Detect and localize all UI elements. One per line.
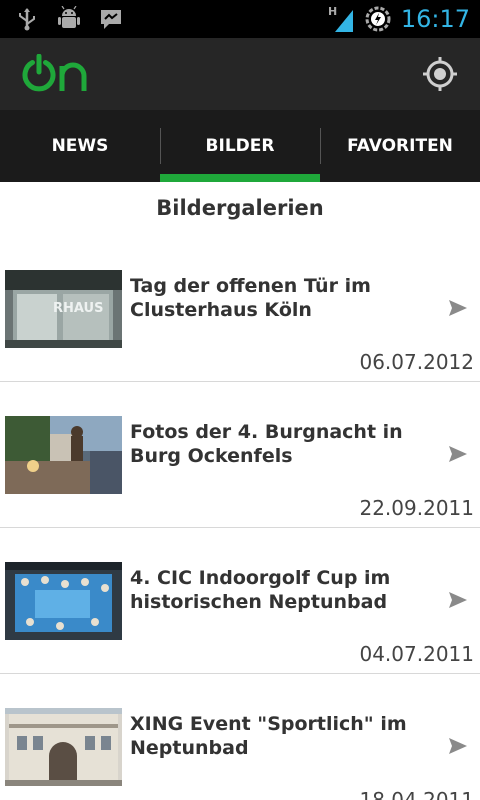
send-arrow-icon[interactable] — [448, 736, 468, 756]
gallery-date: 04.07.2011 — [359, 642, 474, 666]
app-logo[interactable] — [22, 53, 88, 98]
send-arrow-icon[interactable] — [448, 298, 468, 318]
location-target-icon[interactable] — [422, 56, 458, 92]
tab-favoriten[interactable]: FAVORITEN — [320, 110, 480, 182]
clock: 16:17 — [400, 5, 470, 33]
status-bar: H 16:17 — [0, 0, 480, 38]
system-status: H 16:17 — [327, 2, 470, 36]
messenger-icon — [98, 6, 124, 32]
signal-icon: H — [328, 5, 353, 32]
gallery-thumbnail: RHAUS — [5, 270, 122, 348]
sync-icon — [365, 6, 391, 32]
list-item[interactable]: Fotos der 4. Burgnacht in Burg Ockenfels… — [0, 382, 480, 528]
tab-news[interactable]: NEWS — [0, 110, 160, 182]
gallery-title: XING Event "Sportlich" im Neptunbad — [130, 713, 407, 759]
gallery-thumbnail — [5, 708, 122, 786]
tab-bar: NEWS BILDER FAVORITEN — [0, 110, 480, 182]
gallery-thumbnail — [5, 562, 122, 640]
gallery-title: Fotos der 4. Burgnacht in Burg Ockenfels — [130, 421, 403, 467]
tab-bilder[interactable]: BILDER — [160, 110, 320, 182]
gallery-date: 18.04.2011 — [359, 788, 474, 800]
list-item[interactable]: 4. CIC Indoorgolf Cup im historischen Ne… — [0, 528, 480, 674]
gallery-title: Tag der offenen Tür im Clusterhaus Köln — [130, 275, 371, 321]
list-item[interactable]: XING Event "Sportlich" im Neptunbad 18.0… — [0, 674, 480, 800]
svg-text:RHAUS: RHAUS — [53, 301, 103, 316]
gallery-list: RHAUS Tag der offenen Tür im Clusterhaus… — [0, 236, 480, 800]
send-arrow-icon[interactable] — [448, 444, 468, 464]
usb-icon — [14, 6, 40, 32]
android-debug-icon — [56, 6, 82, 32]
send-arrow-icon[interactable] — [448, 590, 468, 610]
list-item[interactable]: RHAUS Tag der offenen Tür im Clusterhaus… — [0, 236, 480, 382]
page-title: Bildergalerien — [156, 196, 324, 220]
gallery-date: 06.07.2012 — [359, 350, 474, 374]
action-bar — [0, 38, 480, 110]
gallery-thumbnail — [5, 416, 122, 494]
network-type-label: H — [328, 5, 337, 18]
gallery-date: 22.09.2011 — [359, 496, 474, 520]
notification-icons — [14, 6, 124, 32]
gallery-title: 4. CIC Indoorgolf Cup im historischen Ne… — [130, 567, 391, 613]
